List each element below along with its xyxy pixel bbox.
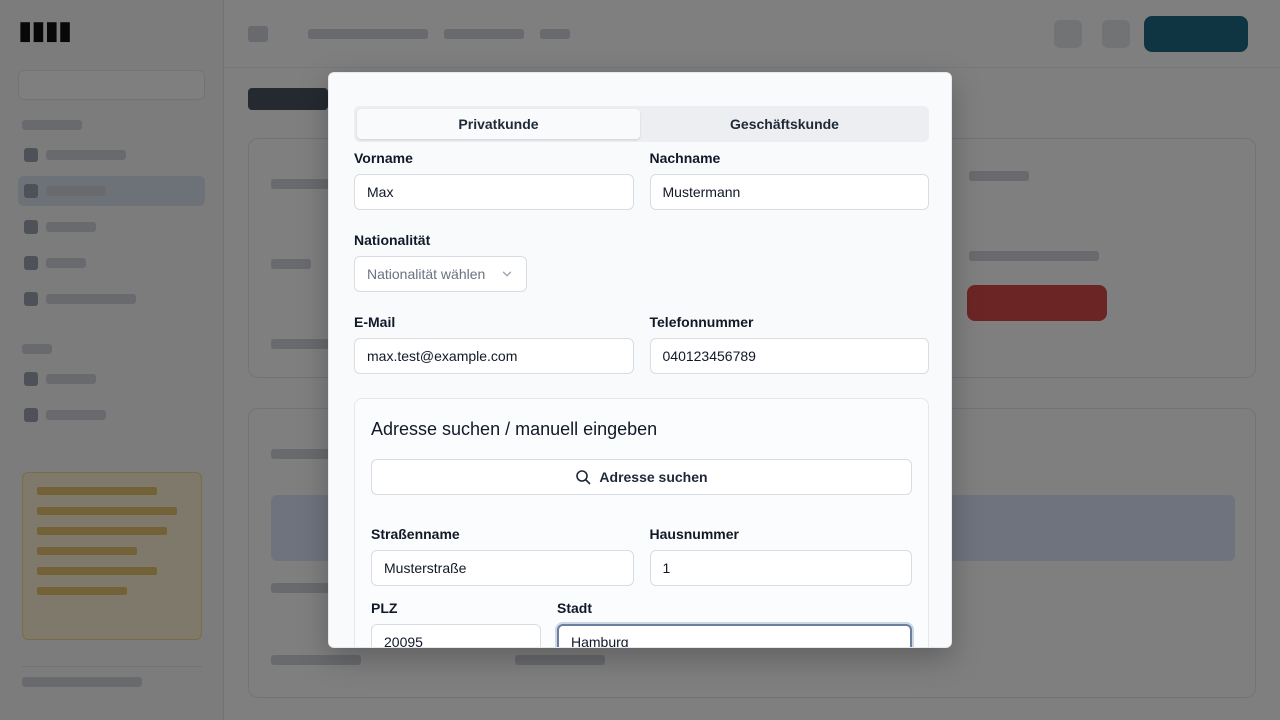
- tab-privatkunde[interactable]: Privatkunde: [357, 109, 640, 139]
- vorname-input[interactable]: [354, 174, 634, 210]
- nationalitaet-placeholder: Nationalität wählen: [367, 266, 486, 282]
- plz-input[interactable]: [371, 624, 541, 647]
- stadt-input[interactable]: [557, 624, 912, 647]
- nachname-field-group: Nachname: [649, 149, 929, 210]
- nationalitaet-field-group: Nationalität Nationalität wählen: [354, 231, 929, 292]
- stadt-field-group: Stadt: [557, 599, 912, 647]
- nationalitaet-label: Nationalität: [354, 232, 431, 248]
- search-icon: [576, 470, 591, 485]
- strasse-field-group: Straßenname: [371, 525, 634, 586]
- hausnummer-input[interactable]: [649, 550, 912, 586]
- email-label: E-Mail: [354, 314, 396, 330]
- address-search-button[interactable]: Adresse suchen: [371, 459, 912, 495]
- strasse-label: Straßenname: [371, 526, 460, 542]
- nationalitaet-select[interactable]: Nationalität wählen: [354, 256, 527, 292]
- nachname-label: Nachname: [649, 150, 721, 166]
- address-section: Adresse suchen / manuell eingeben Adress…: [354, 398, 929, 647]
- modal-body: Privatkunde Geschäftskunde Vorname Nachn…: [354, 106, 929, 647]
- plz-label: PLZ: [371, 600, 398, 616]
- hausnummer-field-group: Hausnummer: [649, 525, 912, 586]
- address-search-label: Adresse suchen: [599, 469, 708, 485]
- stadt-label: Stadt: [557, 600, 592, 616]
- address-heading: Adresse suchen / manuell eingeben: [371, 419, 658, 439]
- tab-geschaeftskunde[interactable]: Geschäftskunde: [643, 109, 926, 139]
- telefon-label: Telefonnummer: [649, 314, 754, 330]
- customer-type-tabs: Privatkunde Geschäftskunde: [354, 106, 929, 142]
- plz-field-group: PLZ: [371, 599, 541, 647]
- customer-modal: Privatkunde Geschäftskunde Vorname Nachn…: [328, 72, 952, 648]
- telefon-field-group: Telefonnummer: [649, 313, 929, 374]
- telefon-input[interactable]: [649, 338, 929, 374]
- nachname-input[interactable]: [649, 174, 929, 210]
- email-field-group: E-Mail: [354, 313, 634, 374]
- chevron-down-icon: [502, 271, 512, 277]
- strasse-input[interactable]: [371, 550, 634, 586]
- email-input[interactable]: [354, 338, 634, 374]
- vorname-field-group: Vorname: [354, 149, 634, 210]
- vorname-label: Vorname: [354, 150, 413, 166]
- hausnummer-label: Hausnummer: [649, 526, 739, 542]
